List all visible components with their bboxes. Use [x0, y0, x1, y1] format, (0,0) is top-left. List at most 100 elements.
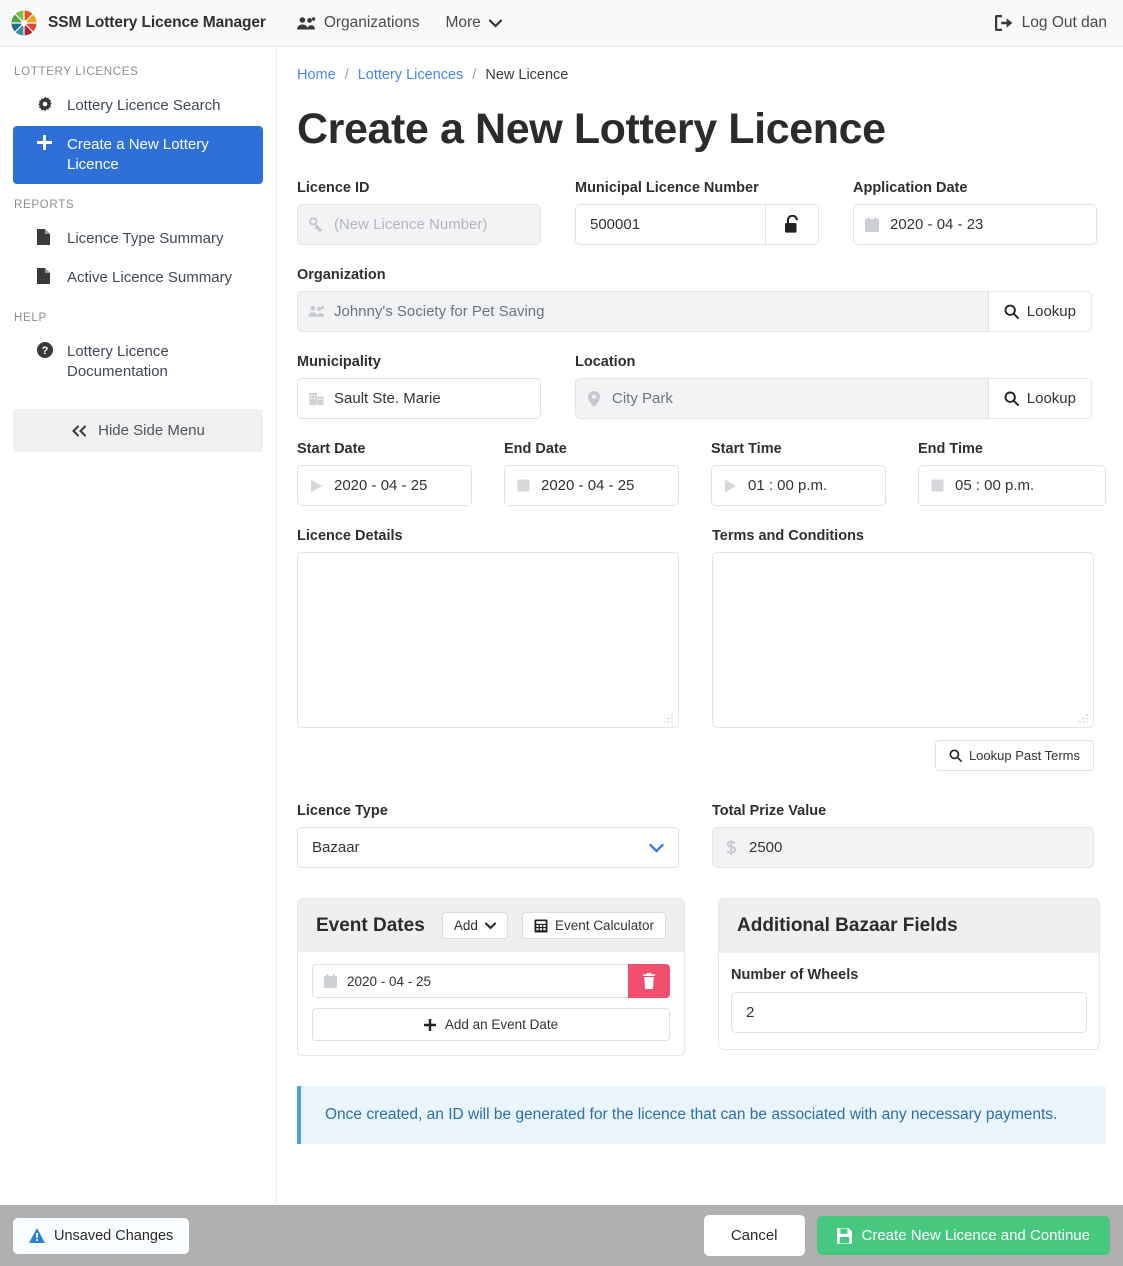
start-time-value: 01 : 00 p.m. [748, 477, 828, 494]
sidebar-item-create-a-new-lottery-licence[interactable]: Create a New Lottery Licence [13, 126, 263, 184]
form-row-datetime: Start Date 2020 - 04 - 25 End Date 2020 … [297, 441, 1106, 506]
municipal-licence-number-value[interactable]: 500001 [576, 205, 765, 244]
sidebar-group-heading-help: HELP [14, 312, 47, 324]
double-chevron-left-icon [71, 425, 87, 437]
footer-action-bar: Unsaved Changes Cancel Create New Licenc… [0, 1205, 1123, 1266]
municipality-value: Sault Ste. Marie [334, 390, 441, 407]
create-new-licence-button[interactable]: Create New Licence and Continue [816, 1216, 1110, 1255]
file-icon [37, 229, 55, 245]
municipal-licence-number-label: Municipal Licence Number [575, 180, 759, 196]
search-icon [1004, 304, 1019, 319]
municipality-input[interactable]: Sault Ste. Marie [297, 378, 541, 419]
licence-id-input[interactable]: (New Licence Number) [297, 204, 541, 245]
add-dropdown-label: Add [453, 918, 478, 933]
key-icon [298, 205, 334, 244]
hide-side-menu-button[interactable]: Hide Side Menu [13, 409, 263, 452]
total-prize-value-input[interactable]: 2500 [712, 827, 1094, 868]
event-calculator-label: Event Calculator [554, 918, 654, 933]
sidebar-item-lottery-licence-search[interactable]: Lottery Licence Search [13, 87, 263, 125]
form-row-text-blocks: Licence Details Terms and Conditions Loo… [297, 528, 1106, 771]
add-dropdown-button[interactable]: Add [441, 912, 508, 939]
start-date-input[interactable]: 2020 - 04 - 25 [297, 465, 472, 506]
sign-out-icon [994, 15, 1013, 31]
plus-icon [423, 1018, 436, 1031]
additional-fields-title: Additional Bazaar Fields [737, 915, 958, 936]
field-application-date: Application Date 2020 - 04 - 23 [853, 180, 1097, 245]
unsaved-changes-button[interactable]: Unsaved Changes [13, 1217, 190, 1254]
file-icon [37, 268, 55, 284]
start-date-label: Start Date [297, 441, 366, 457]
event-dates-panel-body: 2020 - 04 - 25 Add an Event Date [298, 952, 684, 1055]
start-time-label: Start Time [711, 441, 782, 457]
logout-button[interactable]: Log Out dan [994, 14, 1107, 32]
cancel-button[interactable]: Cancel [703, 1215, 805, 1256]
field-end-date: End Date 2020 - 04 - 25 [504, 441, 679, 506]
location-lookup-label: Lookup [1026, 390, 1076, 407]
unlock-button[interactable] [765, 205, 818, 244]
delete-event-date-button[interactable] [628, 964, 670, 998]
additional-fields-panel-body: Number of Wheels 2 [719, 953, 1099, 1049]
breadcrumb-current: New Licence [485, 67, 569, 83]
sidebar-item-label: Lottery Licence Documentation [67, 343, 169, 380]
sidebar-item-label: Licence Type Summary [67, 230, 224, 247]
organization-value: Johnny's Society for Pet Saving [334, 303, 545, 320]
nav-organizations-label: Organizations [323, 14, 420, 31]
organization-lookup-label: Lookup [1026, 303, 1076, 320]
sidebar-item-active-licence-summary[interactable]: Active Licence Summary [13, 259, 263, 297]
play-icon [712, 466, 748, 505]
logout-label: Log Out dan [1021, 14, 1107, 31]
field-end-time: End Time 05 : 00 p.m. [918, 441, 1106, 506]
gear-icon [37, 96, 55, 112]
resize-grip-icon[interactable] [1078, 713, 1089, 724]
end-time-label: End Time [918, 441, 983, 457]
sidebar-item-lottery-licence-documentation[interactable]: ? Lottery Licence Documentation [13, 333, 263, 391]
calendar-icon [854, 205, 890, 244]
add-an-event-date-button[interactable]: Add an Event Date [312, 1008, 670, 1041]
application-date-label: Application Date [853, 180, 968, 196]
question-circle-icon: ? [37, 342, 55, 358]
brand[interactable]: SSM Lottery Licence Manager [10, 9, 266, 37]
end-time-value: 05 : 00 p.m. [955, 477, 1035, 494]
lookup-past-terms-label: Lookup Past Terms [968, 748, 1080, 763]
footer-buttons: Cancel Create New Licence and Continue [703, 1215, 1110, 1256]
breadcrumb-lottery-licences[interactable]: Lottery Licences [358, 67, 464, 83]
event-calculator-button[interactable]: Event Calculator [521, 912, 666, 939]
main-content: Home / Lottery Licences / New Licence Cr… [277, 47, 1123, 1266]
event-date-input[interactable]: 2020 - 04 - 25 [312, 964, 628, 998]
users-icon [298, 292, 334, 331]
breadcrumb-home[interactable]: Home [297, 67, 336, 83]
licence-type-select[interactable]: Bazaar [297, 827, 679, 868]
start-time-input[interactable]: 01 : 00 p.m. [711, 465, 886, 506]
sidebar: LOTTERY LICENCES Lottery Licence Search … [0, 47, 277, 1266]
field-organization: Organization Johnny's Society for Pet Sa… [297, 267, 1092, 332]
location-lookup-button[interactable]: Lookup [987, 379, 1091, 418]
end-time-input[interactable]: 05 : 00 p.m. [918, 465, 1106, 506]
field-terms-and-conditions: Terms and Conditions Lookup Past Terms [712, 528, 1094, 771]
calendar-icon [324, 974, 337, 988]
nav-more[interactable]: More [445, 14, 502, 32]
event-date-value: 2020 - 04 - 25 [347, 973, 432, 989]
nav-organizations[interactable]: Organizations [296, 14, 420, 32]
application-date-input[interactable]: 2020 - 04 - 23 [853, 204, 1097, 245]
municipality-label: Municipality [297, 354, 381, 370]
number-of-wheels-input[interactable]: 2 [731, 992, 1087, 1033]
field-location: Location City Park Lookup [575, 354, 1092, 419]
plus-icon [37, 135, 55, 150]
event-date-row: 2020 - 04 - 25 [312, 964, 670, 998]
sidebar-item-label: Active Licence Summary [67, 269, 233, 286]
resize-grip-icon[interactable] [663, 713, 674, 724]
licence-details-textarea[interactable] [297, 552, 679, 728]
organization-lookup-button[interactable]: Lookup [987, 292, 1091, 331]
end-date-input[interactable]: 2020 - 04 - 25 [504, 465, 679, 506]
save-icon [836, 1227, 852, 1244]
terms-and-conditions-textarea[interactable] [712, 552, 1094, 728]
sidebar-item-licence-type-summary[interactable]: Licence Type Summary [13, 220, 263, 258]
stop-icon [505, 466, 541, 505]
field-licence-details: Licence Details [297, 528, 679, 771]
body-wrapper: LOTTERY LICENCES Lottery Licence Search … [0, 47, 1123, 1266]
event-dates-panel-header: Event Dates Add Event Calculator [298, 899, 684, 952]
form-row-panels: Event Dates Add Event Calculator 2020 - … [297, 898, 1106, 1056]
lookup-past-terms-button[interactable]: Lookup Past Terms [934, 740, 1094, 771]
location-value: City Park [612, 390, 673, 407]
map-pin-icon [576, 379, 612, 418]
